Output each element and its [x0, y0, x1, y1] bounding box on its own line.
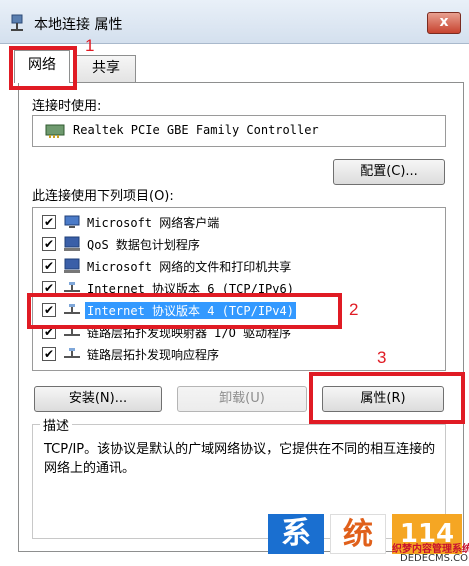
service-icon [64, 258, 80, 273]
service-icon [64, 236, 80, 251]
install-button[interactable]: 安装(N)... [34, 386, 162, 412]
list-item-file-sharing[interactable]: ✔ Microsoft 网络的文件和打印机共享 [33, 255, 445, 277]
configure-button[interactable]: 配置(C)... [333, 159, 445, 185]
connect-using-label: 连接时使用: [32, 99, 102, 114]
description-text: TCP/IP。该协议是默认的广域网络协议，它提供在不同的相互连接的网络上的通讯。 [44, 442, 436, 476]
list-item-label: QoS 数据包计划程序 [87, 238, 200, 252]
annotation-number-1: 1 [85, 36, 95, 55]
description-legend: 描述 [40, 415, 73, 434]
protocol-icon [64, 348, 80, 358]
list-item-label: Microsoft 网络客户端 [87, 216, 220, 230]
uninstall-button[interactable]: 卸载(U) [177, 386, 307, 412]
watermark-char-1: 系 [268, 514, 324, 554]
adapter-name: Realtek PCIe GBE Family Controller [73, 123, 319, 137]
network-connection-icon [11, 14, 23, 31]
list-item-label: 链路层拓扑发现响应程序 [87, 348, 220, 362]
network-adapter-icon [45, 124, 65, 138]
list-item-label: Microsoft 网络的文件和打印机共享 [87, 260, 292, 274]
items-label: 此连接使用下列项目(O): [32, 189, 174, 204]
checkbox[interactable]: ✔ [42, 215, 56, 229]
tab-network[interactable]: 网络 [14, 50, 70, 83]
close-button[interactable]: x [427, 12, 461, 34]
window-title: 本地连接 属性 [34, 17, 123, 33]
annotation-number-2: 2 [349, 300, 359, 319]
client-icon [64, 215, 80, 228]
list-item-ms-client[interactable]: ✔ Microsoft 网络客户端 [33, 211, 445, 233]
items-list[interactable]: ✔ Microsoft 网络客户端 ✔ QoS 数据包计划程序 ✔ Micros… [32, 207, 446, 371]
annotation-box-2 [27, 293, 342, 329]
checkbox[interactable]: ✔ [42, 347, 56, 361]
adapter-box: Realtek PCIe GBE Family Controller [32, 115, 446, 147]
checkbox[interactable]: ✔ [42, 237, 56, 251]
list-item-qos[interactable]: ✔ QoS 数据包计划程序 [33, 233, 445, 255]
watermark-line-2: DEDECMS.COM [400, 553, 469, 564]
watermark-logo: 系 统 114 织梦内容管理系统 DEDECMS.COM [268, 510, 469, 566]
watermark-char-2: 统 [330, 514, 386, 554]
checkbox[interactable]: ✔ [42, 259, 56, 273]
annotation-number-3: 3 [377, 348, 387, 367]
title-bar: 本地连接 属性 x [0, 0, 469, 44]
annotation-box-3 [309, 372, 465, 424]
tab-sharing[interactable]: 共享 [76, 55, 136, 82]
